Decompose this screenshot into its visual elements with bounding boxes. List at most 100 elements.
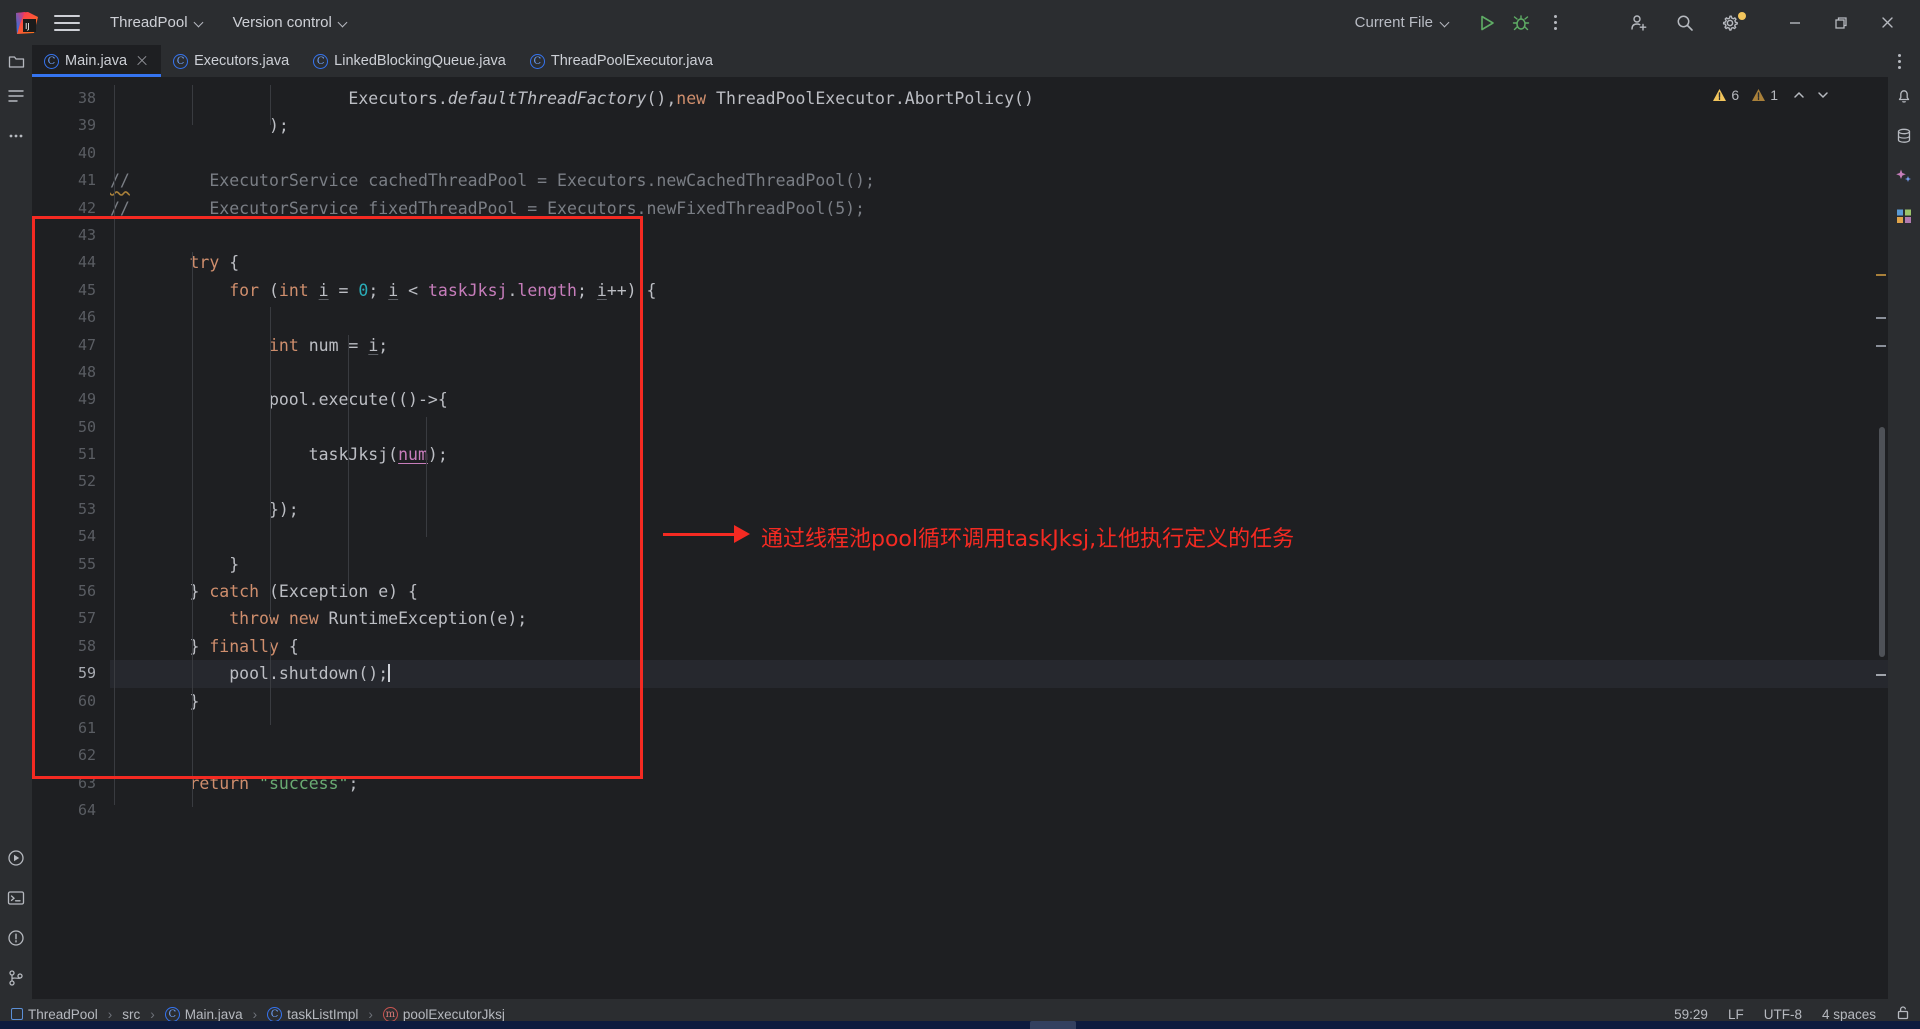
code-line[interactable]: taskJksj(num);: [110, 441, 1888, 468]
code-line[interactable]: }: [110, 688, 1888, 715]
debug-button[interactable]: [1504, 8, 1538, 38]
code-line[interactable]: [110, 359, 1888, 386]
caret-position[interactable]: 59:29: [1674, 1007, 1708, 1022]
line-number[interactable]: 58: [32, 633, 110, 660]
more-actions-button[interactable]: [1538, 8, 1572, 38]
warning-count-badge[interactable]: 6: [1712, 87, 1739, 103]
chevron-down-icon[interactable]: [1816, 88, 1830, 102]
add-account-button[interactable]: [1622, 8, 1656, 38]
code-editor[interactable]: 38 39 40 41 42 43 44 45 46 47 48 49 50 51 52 53 54 55 56 57…: [32, 77, 1888, 999]
code-line[interactable]: }: [110, 551, 1888, 578]
line-number[interactable]: 47: [32, 332, 110, 359]
inspection-marker[interactable]: [1876, 274, 1886, 276]
line-number[interactable]: 64: [32, 797, 110, 824]
code-line[interactable]: [110, 715, 1888, 742]
code-line[interactable]: [110, 742, 1888, 769]
line-number[interactable]: 38: [32, 85, 110, 112]
run-button[interactable]: [1470, 8, 1504, 38]
tab-executors-java[interactable]: C Executors.java: [161, 45, 301, 77]
line-number[interactable]: 62: [32, 742, 110, 769]
more-tools-icon[interactable]: [5, 125, 27, 147]
code-line[interactable]: [110, 140, 1888, 167]
settings-button[interactable]: [1714, 8, 1748, 38]
code-line[interactable]: int num = i;: [110, 332, 1888, 359]
terminal-icon[interactable]: [5, 887, 27, 909]
problems-icon[interactable]: [5, 927, 27, 949]
editor-gutter[interactable]: 38 39 40 41 42 43 44 45 46 47 48 49 50 51 52 53 54 55 56 57…: [32, 77, 110, 999]
line-number[interactable]: 57: [32, 605, 110, 632]
inspection-widget[interactable]: 6 1: [1712, 87, 1830, 103]
line-number[interactable]: 40: [32, 140, 110, 167]
code-line[interactable]: pool.execute(()->{: [110, 386, 1888, 413]
code-line[interactable]: throw new RuntimeException(e);: [110, 605, 1888, 632]
weak-warning-count-badge[interactable]: 1: [1751, 87, 1778, 103]
indent-setting[interactable]: 4 spaces: [1822, 1007, 1876, 1022]
line-number[interactable]: 54: [32, 523, 110, 550]
tab-options-kebab-icon[interactable]: [1888, 50, 1910, 72]
code-line[interactable]: } finally {: [110, 633, 1888, 660]
code-line[interactable]: });: [110, 496, 1888, 523]
git-branch-icon[interactable]: [5, 967, 27, 989]
line-number[interactable]: 43: [32, 222, 110, 249]
maximize-window-button[interactable]: [1818, 1, 1864, 45]
line-number[interactable]: 51: [32, 441, 110, 468]
taskbar-item[interactable]: [1030, 1021, 1076, 1029]
inspection-marker[interactable]: [1876, 317, 1886, 319]
code-line[interactable]: Executors.defaultThreadFactory(),new Thr…: [110, 85, 1888, 112]
line-number[interactable]: 52: [32, 468, 110, 495]
code-line[interactable]: [110, 414, 1888, 441]
line-number[interactable]: 46: [32, 304, 110, 331]
version-control-widget[interactable]: Version control: [225, 10, 357, 35]
tab-threadpoolexecutor-java[interactable]: C ThreadPoolExecutor.java: [518, 45, 725, 77]
code-line[interactable]: pool.shutdown();: [110, 660, 1888, 688]
code-line[interactable]: return "success";: [110, 770, 1888, 797]
editor-scrollbar-thumb[interactable]: [1879, 427, 1885, 657]
gradle-icon[interactable]: [1893, 205, 1915, 227]
ai-assistant-icon[interactable]: [1893, 165, 1915, 187]
project-tool-button[interactable]: [0, 45, 32, 77]
inspection-marker[interactable]: [1876, 345, 1886, 347]
database-icon[interactable]: [1893, 125, 1915, 147]
close-window-button[interactable]: [1864, 1, 1910, 45]
minimize-window-button[interactable]: [1772, 1, 1818, 45]
line-number[interactable]: 55: [32, 551, 110, 578]
line-number[interactable]: 60: [32, 688, 110, 715]
line-number[interactable]: 50: [32, 414, 110, 441]
file-encoding[interactable]: UTF-8: [1764, 1007, 1802, 1022]
code-line[interactable]: [110, 797, 1888, 824]
tab-main-java[interactable]: C Main.java: [32, 45, 162, 77]
line-number[interactable]: 59: [32, 660, 110, 687]
code-line[interactable]: [110, 304, 1888, 331]
main-menu-button[interactable]: [54, 10, 80, 36]
commit-structure-icon[interactable]: [5, 85, 27, 107]
line-number[interactable]: 41: [32, 167, 110, 194]
code-line[interactable]: for (int i = 0; i < taskJksj.length; i++…: [110, 277, 1888, 304]
close-icon[interactable]: [135, 54, 149, 68]
line-number[interactable]: 63: [32, 770, 110, 797]
code-line[interactable]: [110, 222, 1888, 249]
line-number[interactable]: 39: [32, 112, 110, 139]
code-line[interactable]: // ExecutorService cachedThreadPool = Ex…: [110, 167, 1888, 194]
search-everywhere-button[interactable]: [1668, 8, 1702, 38]
line-separator[interactable]: LF: [1728, 1007, 1744, 1022]
code-line[interactable]: // ExecutorService fixedThreadPool = Exe…: [110, 195, 1888, 222]
line-number[interactable]: 44: [32, 249, 110, 276]
notifications-bell-icon[interactable]: [1893, 85, 1915, 107]
code-line[interactable]: [110, 468, 1888, 495]
line-number[interactable]: 49: [32, 386, 110, 413]
line-number[interactable]: 56: [32, 578, 110, 605]
code-line[interactable]: } catch (Exception e) {: [110, 578, 1888, 605]
chevron-up-icon[interactable]: [1792, 88, 1806, 102]
run-configuration-selector[interactable]: Current File: [1346, 9, 1460, 36]
line-number[interactable]: 61: [32, 715, 110, 742]
line-number[interactable]: 48: [32, 359, 110, 386]
tab-linkedblockingqueue-java[interactable]: C LinkedBlockingQueue.java: [301, 45, 518, 77]
project-widget[interactable]: ThreadPool: [102, 10, 213, 35]
code-line[interactable]: );: [110, 112, 1888, 139]
line-number[interactable]: 53: [32, 496, 110, 523]
run-tool-icon[interactable]: [5, 847, 27, 869]
code-line[interactable]: try {: [110, 249, 1888, 276]
line-number[interactable]: 45: [32, 277, 110, 304]
caret-marker[interactable]: [1876, 674, 1886, 676]
editor-marker-bar[interactable]: [1874, 77, 1888, 999]
